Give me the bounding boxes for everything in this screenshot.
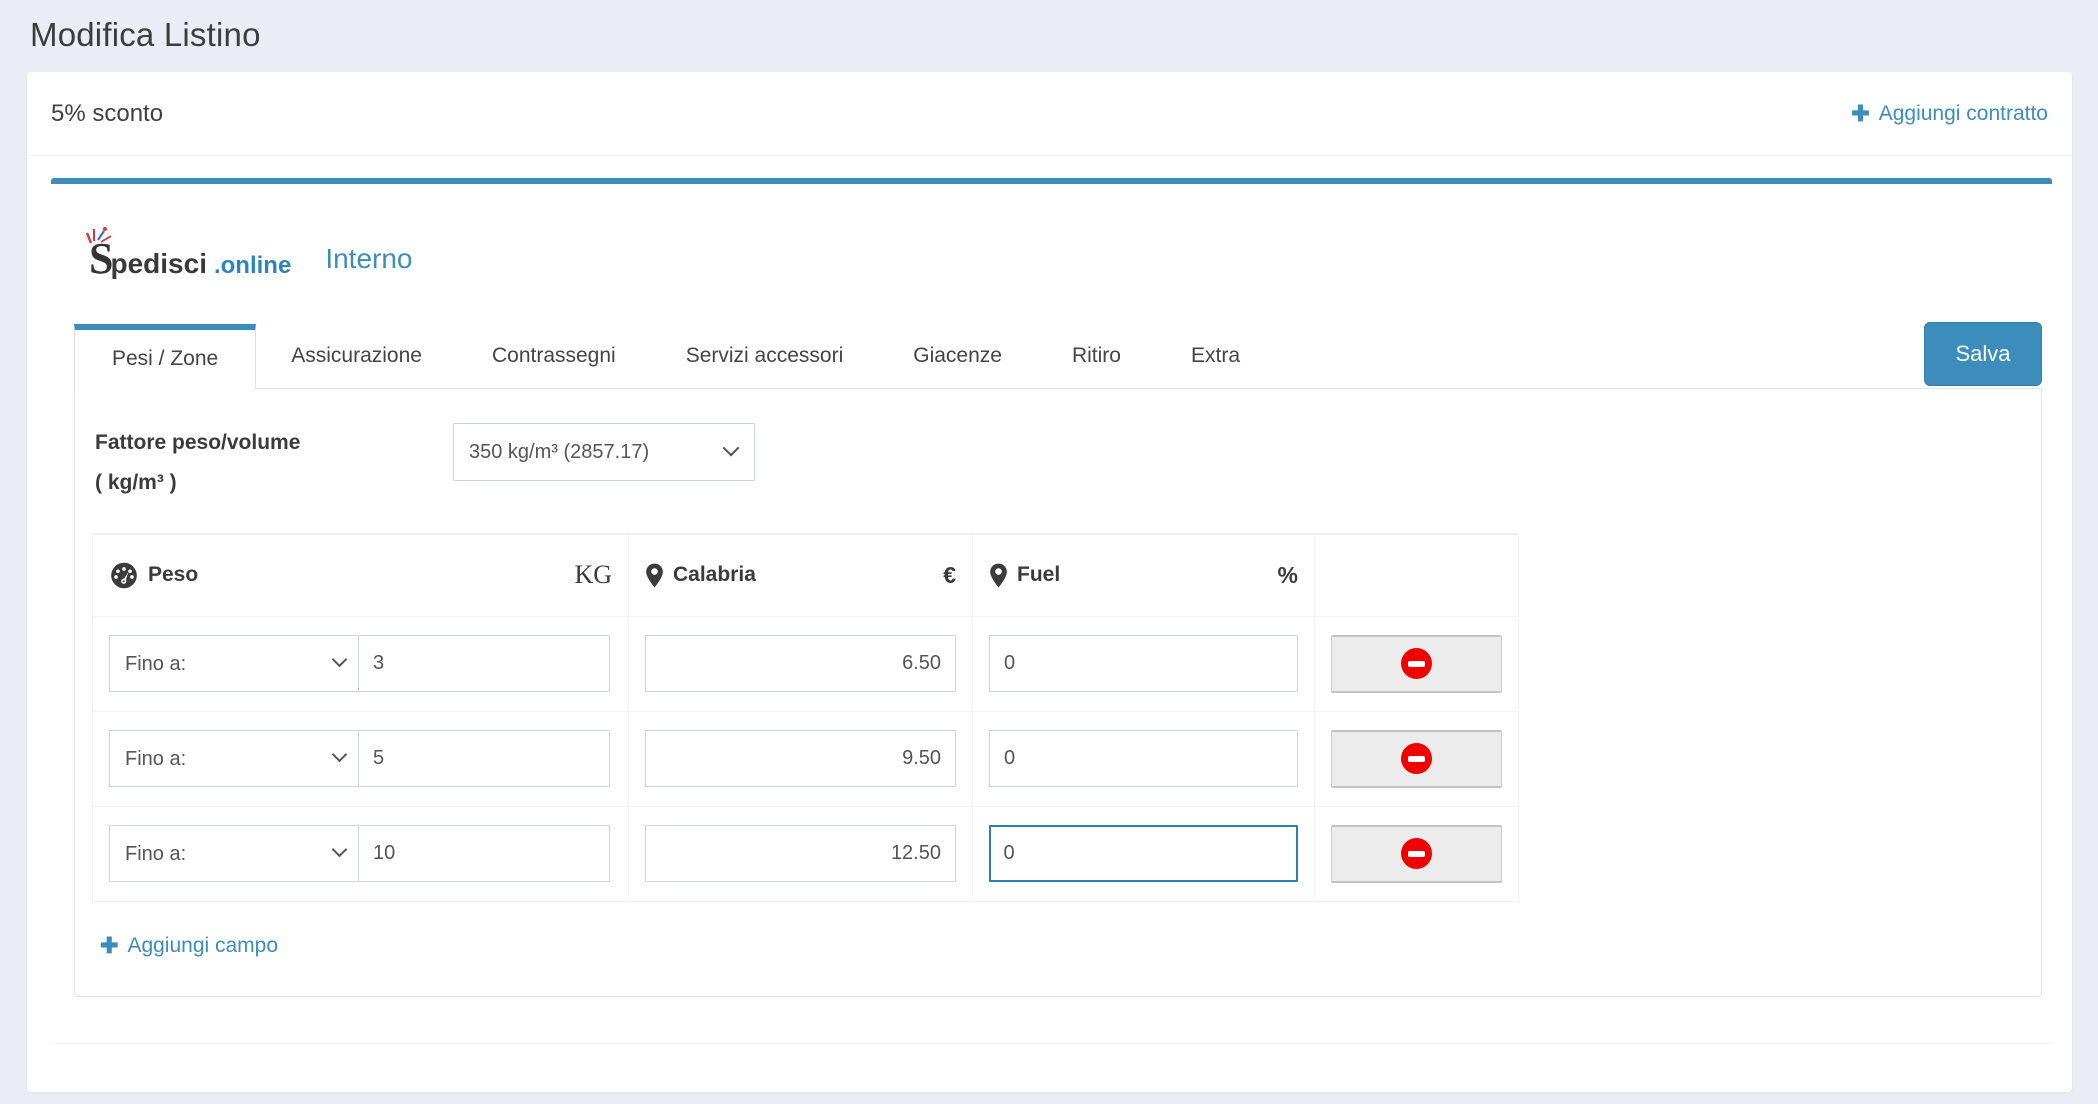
add-field-link[interactable]: ✚ Aggiungi campo — [100, 934, 278, 958]
peso-cell: Fino a: — [93, 617, 629, 711]
map-marker-icon — [645, 562, 664, 589]
price-cell — [629, 807, 973, 901]
column-label: Peso — [148, 563, 198, 587]
minus-circle-icon — [1401, 838, 1432, 869]
discount-title: 5% sconto — [51, 100, 163, 128]
remove-row-button[interactable] — [1331, 635, 1502, 693]
fuel-input[interactable] — [989, 635, 1298, 692]
condition-select[interactable]: Fino a: — [109, 825, 359, 882]
actions-cell — [1315, 712, 1518, 806]
fuel-input[interactable] — [989, 730, 1298, 787]
contract-panel: Spedisci.online Interno Pesi / Zone Assi… — [51, 178, 2052, 1043]
tab-assicurazione[interactable]: Assicurazione — [256, 323, 457, 388]
weight-row: Fino a: — [93, 616, 1518, 711]
logo-text: pedisci — [110, 250, 206, 278]
fuel-cell — [973, 807, 1315, 901]
factor-select[interactable]: 350 kg/m³ (2857.17) — [453, 423, 755, 481]
factor-label-line1: Fattore peso/volume — [95, 423, 357, 463]
price-cell — [629, 712, 973, 806]
add-contract-link[interactable]: ✚ Aggiungi contratto — [1851, 102, 2048, 126]
column-unit: % — [1278, 562, 1298, 589]
weight-row: Fino a: — [93, 711, 1518, 806]
weight-input[interactable] — [358, 635, 610, 692]
tab-servizi-accessori[interactable]: Servizi accessori — [651, 323, 879, 388]
column-header-peso: Peso KG — [93, 535, 629, 616]
tab-pesi-zone[interactable]: Pesi / Zone — [74, 324, 256, 389]
weight-input-group: Fino a: — [109, 730, 610, 787]
actions-cell — [1315, 617, 1518, 711]
price-input[interactable] — [645, 635, 956, 692]
weight-input-group: Fino a: — [109, 635, 610, 692]
factor-row: Fattore peso/volume ( kg/m³ ) 350 kg/m³ … — [95, 423, 2023, 503]
column-label: Fuel — [1017, 563, 1060, 587]
price-input[interactable] — [645, 825, 956, 882]
plus-icon: ✚ — [1851, 103, 1869, 125]
tab-extra[interactable]: Extra — [1156, 323, 1275, 388]
column-unit: KG — [574, 560, 612, 590]
column-unit: € — [943, 562, 956, 589]
minus-circle-icon — [1401, 743, 1432, 774]
map-marker-icon — [989, 562, 1008, 589]
tab-giacenze[interactable]: Giacenze — [878, 323, 1037, 388]
spedisci-online-logo: Spedisci.online — [89, 237, 291, 281]
contract-name: Interno — [325, 243, 412, 275]
peso-cell: Fino a: — [93, 712, 629, 806]
table-header-row: Peso KG Calabria — [93, 535, 1518, 616]
condition-select-wrap: Fino a: — [109, 635, 359, 692]
card-header: 5% sconto ✚ Aggiungi contratto — [27, 72, 2072, 156]
sparkle-icon — [85, 223, 119, 245]
tab-contrassegni[interactable]: Contrassegni — [457, 323, 651, 388]
condition-select[interactable]: Fino a: — [109, 730, 359, 787]
add-field-label: Aggiungi campo — [127, 934, 278, 958]
minus-circle-icon — [1401, 648, 1432, 679]
card-body: Spedisci.online Interno Pesi / Zone Assi… — [27, 156, 2072, 1065]
condition-select-wrap: Fino a: — [109, 825, 359, 882]
tab-ritiro[interactable]: Ritiro — [1037, 323, 1156, 388]
contract-header-row: Spedisci.online Interno — [51, 184, 2052, 288]
peso-cell: Fino a: — [93, 807, 629, 901]
factor-label: Fattore peso/volume ( kg/m³ ) — [95, 423, 357, 503]
weight-input[interactable] — [358, 825, 610, 882]
save-button[interactable]: Salva — [1924, 322, 2042, 386]
condition-select-wrap: Fino a: — [109, 730, 359, 787]
tabs-row: Pesi / Zone Assicurazione Contrassegni S… — [74, 322, 2042, 389]
fuel-cell — [973, 617, 1315, 711]
weight-input-group: Fino a: — [109, 825, 610, 882]
plus-icon: ✚ — [100, 935, 118, 957]
price-input[interactable] — [645, 730, 956, 787]
weight-input[interactable] — [358, 730, 610, 787]
tab-content-pesi-zone: Fattore peso/volume ( kg/m³ ) 350 kg/m³ … — [74, 389, 2042, 997]
weight-row: Fino a: — [93, 806, 1518, 901]
price-cell — [629, 617, 973, 711]
add-contract-label: Aggiungi contratto — [1879, 102, 2048, 126]
fuel-input[interactable] — [989, 825, 1298, 882]
page-title: Modifica Listino — [0, 0, 2098, 72]
column-header-fuel: Fuel % — [973, 535, 1315, 616]
column-label: Calabria — [673, 563, 756, 587]
tabs-area: Pesi / Zone Assicurazione Contrassegni S… — [74, 322, 2042, 997]
remove-row-button[interactable] — [1331, 730, 1502, 788]
factor-select-wrap: 350 kg/m³ (2857.17) — [453, 423, 755, 481]
logo-tld: .online — [214, 254, 291, 278]
listino-card: 5% sconto ✚ Aggiungi contratto Spedisci.… — [27, 72, 2072, 1092]
weights-table: Peso KG Calabria — [92, 533, 1519, 902]
fuel-cell — [973, 712, 1315, 806]
factor-label-line2: ( kg/m³ ) — [95, 463, 357, 503]
tachometer-icon — [109, 561, 139, 590]
actions-cell — [1315, 807, 1518, 901]
column-header-calabria: Calabria € — [629, 535, 973, 616]
condition-select[interactable]: Fino a: — [109, 635, 359, 692]
column-header-actions — [1315, 535, 1518, 616]
remove-row-button[interactable] — [1331, 825, 1502, 883]
